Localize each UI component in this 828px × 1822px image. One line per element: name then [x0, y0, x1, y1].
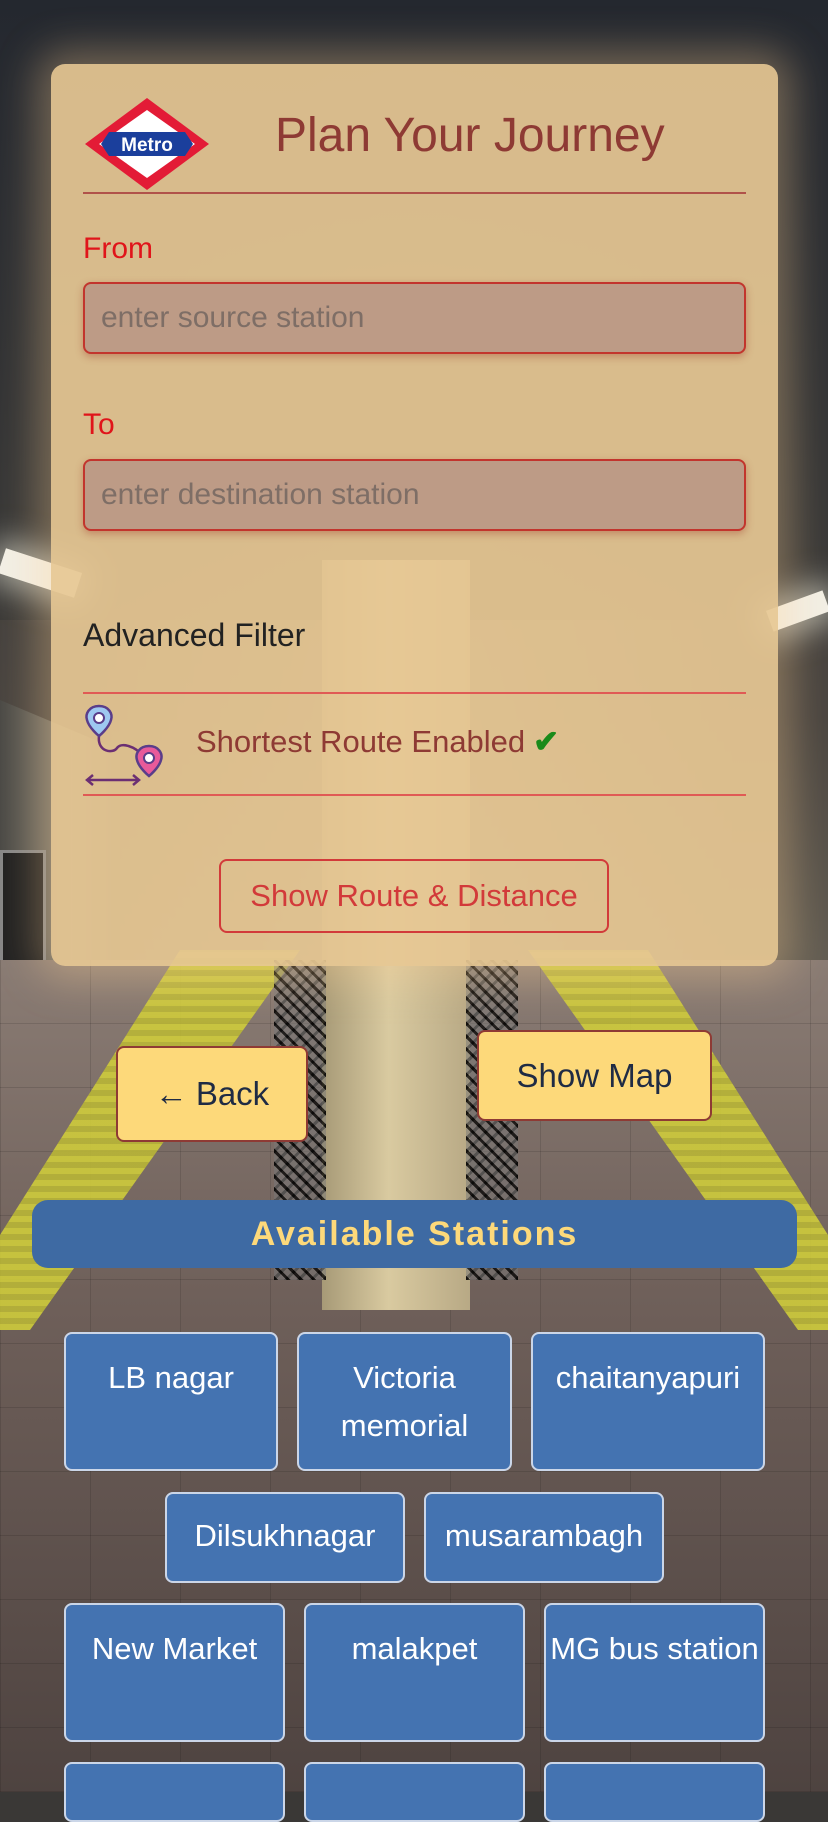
arrow-left-icon: ← [154, 1075, 188, 1112]
station-button[interactable]: malakpet [304, 1603, 525, 1742]
journey-card: Metro Plan Your Journey From To Advanced… [51, 64, 778, 966]
shortest-route-filter[interactable]: Shortest Route Enabled ✔ [83, 692, 746, 796]
station-button[interactable] [304, 1762, 525, 1822]
station-button[interactable] [544, 1762, 765, 1822]
station-button[interactable]: MG bus station [544, 1603, 765, 1742]
station-button[interactable] [64, 1762, 285, 1822]
station-button[interactable]: LB nagar [64, 1332, 278, 1471]
station-button[interactable]: chaitanyapuri [531, 1332, 765, 1471]
page-title: Plan Your Journey [275, 109, 665, 162]
check-icon: ✔ [533, 724, 560, 759]
station-button[interactable]: Victoria memorial [297, 1332, 512, 1471]
shortest-route-label: Shortest Route Enabled [196, 724, 526, 759]
show-map-button[interactable]: Show Map [477, 1030, 712, 1121]
from-label: From [83, 232, 153, 265]
card-header: Metro Plan Your Journey [83, 64, 746, 194]
back-button[interactable]: ← Back [116, 1046, 308, 1142]
background-train-window [0, 850, 46, 966]
to-label: To [83, 408, 115, 441]
available-stations-title: Available Stations [32, 1200, 797, 1268]
station-button[interactable]: musarambagh [424, 1492, 664, 1583]
svg-text:Metro: Metro [121, 135, 173, 156]
metro-logo: Metro [85, 98, 209, 190]
shortest-route-text: Shortest Route Enabled ✔ [196, 724, 559, 760]
destination-station-input[interactable] [83, 459, 746, 531]
advanced-filter-label: Advanced Filter [83, 617, 306, 653]
show-route-distance-button[interactable]: Show Route & Distance [219, 859, 609, 933]
route-icon [85, 704, 163, 786]
back-label: Back [195, 1075, 270, 1112]
station-button[interactable]: New Market [64, 1603, 285, 1742]
station-button[interactable]: Dilsukhnagar [165, 1492, 405, 1583]
source-station-input[interactable] [83, 282, 746, 354]
